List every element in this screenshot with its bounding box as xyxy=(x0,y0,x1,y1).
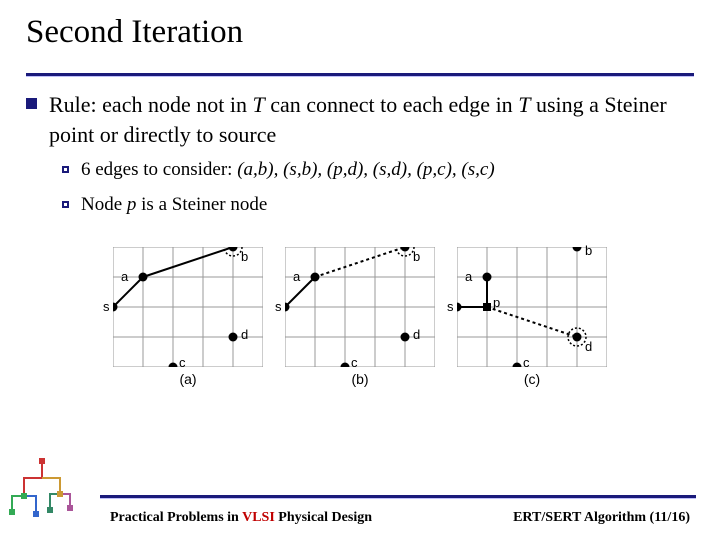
hollow-square-bullet-icon xyxy=(62,201,69,208)
label-s: s xyxy=(103,299,110,314)
title-underline xyxy=(26,73,694,76)
subfigure-b: a b s d c (b) xyxy=(285,247,435,387)
label-b: b xyxy=(241,249,248,264)
grid-svg-a xyxy=(113,247,263,367)
rule-prefix: Rule: each node not in xyxy=(49,92,252,117)
sub-bullet-2: Node p is a Steiner node xyxy=(62,192,694,219)
bullet-main: Rule: each node not in T can connect to … xyxy=(26,90,694,149)
rule-text: Rule: each node not in T can connect to … xyxy=(49,90,694,149)
label-d: d xyxy=(413,327,420,342)
label-b: b xyxy=(413,249,420,264)
sub1-prefix: 6 edges to consider: xyxy=(81,159,237,180)
label-c: c xyxy=(523,355,530,370)
grid-svg-b xyxy=(285,247,435,367)
label-d: d xyxy=(585,339,592,354)
sub2-prefix: Node xyxy=(81,194,127,215)
rule-T1: T xyxy=(252,92,264,117)
footer-left: Practical Problems in VLSI Physical Desi… xyxy=(110,510,372,526)
hollow-square-bullet-icon xyxy=(62,166,69,173)
sub1-text: 6 edges to consider: (a,b), (s,b), (p,d)… xyxy=(81,157,495,184)
label-c: c xyxy=(179,355,186,370)
subfigure-c: a b s p d c (c) xyxy=(457,247,607,387)
footer-rule xyxy=(100,495,696,498)
rule-mid: can connect to each edge in xyxy=(265,92,518,117)
label-s: s xyxy=(275,299,282,314)
grid-b: a b s d c xyxy=(285,247,435,367)
caption-b: (b) xyxy=(351,371,368,387)
caption-c: (c) xyxy=(524,371,540,387)
sub2-suffix: is a Steiner node xyxy=(136,194,267,215)
square-bullet-icon xyxy=(26,98,37,109)
label-s: s xyxy=(447,299,454,314)
footer-left-pre: Practical Problems in xyxy=(110,510,242,525)
slide-title: Second Iteration xyxy=(26,14,694,57)
label-a: a xyxy=(121,269,128,284)
footer-vlsi: VLSI xyxy=(242,510,275,525)
subfigure-a: a b s d c (a) xyxy=(113,247,263,387)
sub2-text: Node p is a Steiner node xyxy=(81,192,267,219)
label-c: c xyxy=(351,355,358,370)
label-d: d xyxy=(241,327,248,342)
label-a: a xyxy=(293,269,300,284)
slide: Second Iteration Rule: each node not in … xyxy=(0,0,720,540)
label-a: a xyxy=(465,269,472,284)
label-b: b xyxy=(585,243,592,258)
sub1-edges: (a,b), (s,b), (p,d), (s,d), (p,c), (s,c) xyxy=(237,159,494,180)
sub-bullet-1: 6 edges to consider: (a,b), (s,b), (p,d)… xyxy=(62,157,694,184)
footer: Practical Problems in VLSI Physical Desi… xyxy=(0,510,720,526)
footer-left-post: Physical Design xyxy=(275,510,372,525)
grid-a: a b s d c xyxy=(113,247,263,367)
rule-T2: T xyxy=(518,92,530,117)
diagram-row: a b s d c (a) xyxy=(26,247,694,387)
grid-c: a b s p d c xyxy=(457,247,607,367)
footer-right: ERT/SERT Algorithm (11/16) xyxy=(513,510,690,526)
label-p: p xyxy=(493,295,500,310)
sub2-p: p xyxy=(127,194,137,215)
caption-a: (a) xyxy=(179,371,196,387)
